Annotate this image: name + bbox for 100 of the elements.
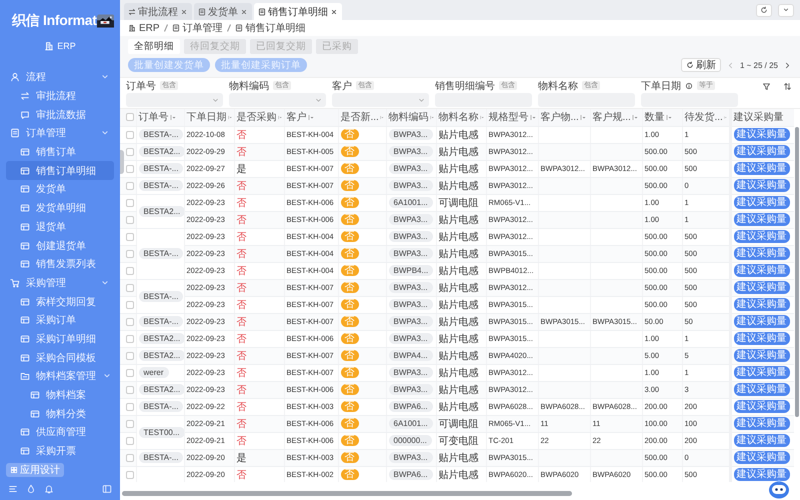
- view-tab[interactable]: 已回复交期: [250, 39, 312, 54]
- checkbox[interactable]: [126, 334, 134, 342]
- menu-item[interactable]: 物料档案: [6, 386, 114, 404]
- sort-icon[interactable]: [170, 114, 176, 121]
- menu-item[interactable]: 采购订单: [6, 310, 114, 330]
- suggest-button[interactable]: 建议采购量: [734, 264, 790, 277]
- menu-group[interactable]: 流程: [6, 68, 114, 87]
- menu-item[interactable]: 采购开票: [6, 442, 114, 460]
- design-button[interactable]: 应用设计: [6, 463, 64, 478]
- robot-icon[interactable]: [768, 479, 790, 499]
- menu-group[interactable]: 物料档案管理: [6, 367, 114, 386]
- more-button[interactable]: [778, 4, 794, 16]
- menu-group[interactable]: 订单管理: [6, 124, 114, 143]
- select-field[interactable]: [332, 93, 429, 107]
- suggest-button[interactable]: 建议采购量: [734, 451, 790, 464]
- suggest-button[interactable]: 建议采购量: [734, 366, 790, 379]
- suggest-button[interactable]: 建议采购量: [734, 349, 790, 362]
- checkbox[interactable]: [126, 130, 134, 138]
- suggest-button[interactable]: 建议采购量: [734, 196, 790, 209]
- suggest-button[interactable]: 建议采购量: [734, 332, 790, 345]
- suggest-button[interactable]: 建议采购量: [734, 281, 790, 294]
- scrollbar-thumb[interactable]: [122, 491, 572, 496]
- checkbox[interactable]: [126, 300, 134, 308]
- checkbox[interactable]: [126, 216, 134, 224]
- checkbox[interactable]: [126, 164, 134, 172]
- checkbox[interactable]: [126, 402, 134, 410]
- breadcrumb-link[interactable]: ERP: [128, 22, 160, 34]
- checkbox[interactable]: [126, 182, 134, 190]
- breadcrumb-link[interactable]: 订单管理: [172, 21, 223, 35]
- checkbox[interactable]: [126, 284, 134, 292]
- suggest-button[interactable]: 建议采购量: [734, 468, 790, 481]
- view-tab[interactable]: 待回复交期: [184, 39, 246, 54]
- checkbox[interactable]: [126, 420, 134, 428]
- suggest-button[interactable]: 建议采购量: [734, 145, 790, 158]
- close-icon[interactable]: [180, 8, 188, 16]
- bell-icon[interactable]: [44, 484, 54, 494]
- menu-icon[interactable]: [8, 484, 18, 494]
- menu-item[interactable]: 发货单: [6, 180, 114, 199]
- close-icon[interactable]: [330, 8, 338, 16]
- checkbox[interactable]: [126, 454, 134, 462]
- close-icon[interactable]: [240, 8, 248, 16]
- filter-icon[interactable]: [762, 82, 771, 91]
- drop-icon[interactable]: [26, 484, 36, 494]
- sort-icon[interactable]: [632, 114, 638, 121]
- menu-item[interactable]: 销售订单明细: [6, 161, 114, 180]
- checkbox[interactable]: [126, 250, 134, 258]
- checkbox[interactable]: [126, 386, 134, 394]
- select-field[interactable]: [126, 93, 223, 107]
- checkbox[interactable]: [126, 470, 134, 478]
- menu-item[interactable]: 索样交期回复: [6, 292, 114, 311]
- sort-icon[interactable]: [666, 114, 672, 121]
- menu-item[interactable]: 销售发票列表: [6, 254, 114, 274]
- suggest-button[interactable]: 建议采购量: [734, 247, 790, 260]
- menu-item[interactable]: 销售订单: [6, 142, 114, 162]
- menu-item[interactable]: 审批流程: [6, 86, 114, 106]
- menu-item[interactable]: 物料分类: [6, 404, 114, 424]
- breadcrumb-link[interactable]: 销售订单明细: [234, 21, 306, 35]
- checkbox[interactable]: [126, 198, 134, 206]
- menu-item[interactable]: 发货单明细: [6, 198, 114, 218]
- tab[interactable]: 审批流程: [124, 3, 192, 20]
- app-name[interactable]: ERP: [44, 38, 76, 54]
- checkbox[interactable]: [126, 266, 134, 274]
- suggest-button[interactable]: 建议采购量: [734, 179, 790, 192]
- refresh-button[interactable]: [756, 4, 772, 16]
- chevron-right-icon[interactable]: [783, 60, 792, 70]
- suggest-button[interactable]: 建议采购量: [734, 128, 790, 141]
- suggest-button[interactable]: 建议采购量: [734, 213, 790, 226]
- suggest-button[interactable]: 建议采购量: [734, 434, 790, 447]
- checkbox[interactable]: [126, 318, 134, 326]
- suggest-button[interactable]: 建议采购量: [734, 400, 790, 413]
- menu-item[interactable]: 采购订单明细: [6, 330, 114, 348]
- sort-icon[interactable]: [783, 82, 792, 91]
- select-field[interactable]: [229, 93, 326, 107]
- checkbox[interactable]: [126, 232, 134, 240]
- panel-icon[interactable]: [102, 484, 112, 494]
- suggest-button[interactable]: 建议采购量: [734, 298, 790, 311]
- menu-item[interactable]: 审批流数据: [6, 105, 114, 124]
- checkbox[interactable]: [126, 352, 134, 360]
- checkbox[interactable]: [126, 148, 134, 156]
- tab[interactable]: 发货单: [194, 3, 252, 20]
- suggest-button[interactable]: 建议采购量: [734, 162, 790, 175]
- checkbox[interactable]: [126, 436, 134, 444]
- scrollbar-thumb[interactable]: [795, 127, 799, 417]
- checkbox[interactable]: [126, 113, 134, 122]
- checkbox[interactable]: [126, 368, 134, 376]
- suggest-button[interactable]: 建议采购量: [734, 417, 790, 430]
- view-tab[interactable]: 全部明细: [128, 39, 180, 54]
- menu-item[interactable]: 退货单: [6, 218, 114, 236]
- suggest-button[interactable]: 建议采购量: [734, 230, 790, 243]
- view-tab[interactable]: 已采购: [316, 39, 358, 54]
- sort-icon[interactable]: [530, 114, 536, 121]
- menu-group[interactable]: 采购管理: [6, 274, 114, 292]
- sidebar-toggle[interactable]: [120, 150, 124, 174]
- menu-item[interactable]: 采购合同模板: [6, 348, 114, 367]
- tab[interactable]: 销售订单明细: [254, 3, 342, 20]
- refresh-button[interactable]: 刷新: [680, 58, 721, 72]
- sort-icon[interactable]: [308, 114, 314, 121]
- info-icon[interactable]: [685, 82, 693, 90]
- menu-item[interactable]: 创建退货单: [6, 236, 114, 255]
- sort-icon[interactable]: [580, 114, 586, 121]
